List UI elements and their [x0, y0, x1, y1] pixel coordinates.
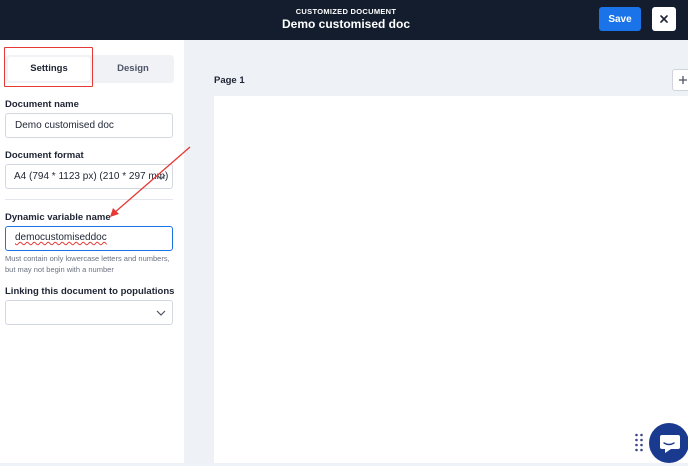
document-title: Demo customised doc — [281, 17, 411, 31]
dynamic-variable-hint: Must contain only lowercase letters and … — [5, 254, 170, 274]
document-page-canvas[interactable] — [214, 96, 688, 463]
dynamic-variable-input[interactable]: democustomiseddoc — [5, 226, 173, 251]
close-icon — [660, 15, 668, 23]
document-format-select[interactable]: A4 (794 * 1123 px) (210 * 297 mm) — [5, 164, 173, 189]
document-name-label: Document name — [5, 99, 79, 110]
chevron-down-icon — [156, 310, 166, 316]
linking-populations-select[interactable] — [5, 300, 173, 325]
section-divider — [5, 199, 173, 200]
page-label: Page 1 — [214, 75, 245, 86]
save-button[interactable]: Save — [599, 7, 641, 31]
plus-icon — [679, 76, 687, 84]
tab-design[interactable]: Design — [93, 57, 173, 81]
chevron-down-icon — [156, 174, 166, 180]
add-page-button[interactable] — [672, 69, 688, 91]
annotation-highlight-box — [4, 47, 93, 87]
header-subtitle: CUSTOMIZED DOCUMENT — [295, 7, 397, 16]
chat-bubble-icon — [660, 435, 680, 453]
document-format-label: Document format — [5, 150, 84, 161]
dynamic-variable-label: Dynamic variable name — [5, 212, 111, 223]
close-button[interactable] — [652, 7, 676, 31]
linking-populations-label: Linking this document to populations — [5, 286, 175, 297]
document-name-input[interactable]: Demo customised doc — [5, 113, 173, 138]
top-bar: CUSTOMIZED DOCUMENT Demo customised doc … — [0, 0, 688, 40]
drag-grip-icon[interactable] — [634, 432, 644, 452]
dynamic-variable-value: democustomiseddoc — [15, 232, 107, 243]
document-format-value: A4 (794 * 1123 px) (210 * 297 mm) — [14, 171, 169, 182]
chat-widget-button[interactable] — [649, 423, 688, 463]
